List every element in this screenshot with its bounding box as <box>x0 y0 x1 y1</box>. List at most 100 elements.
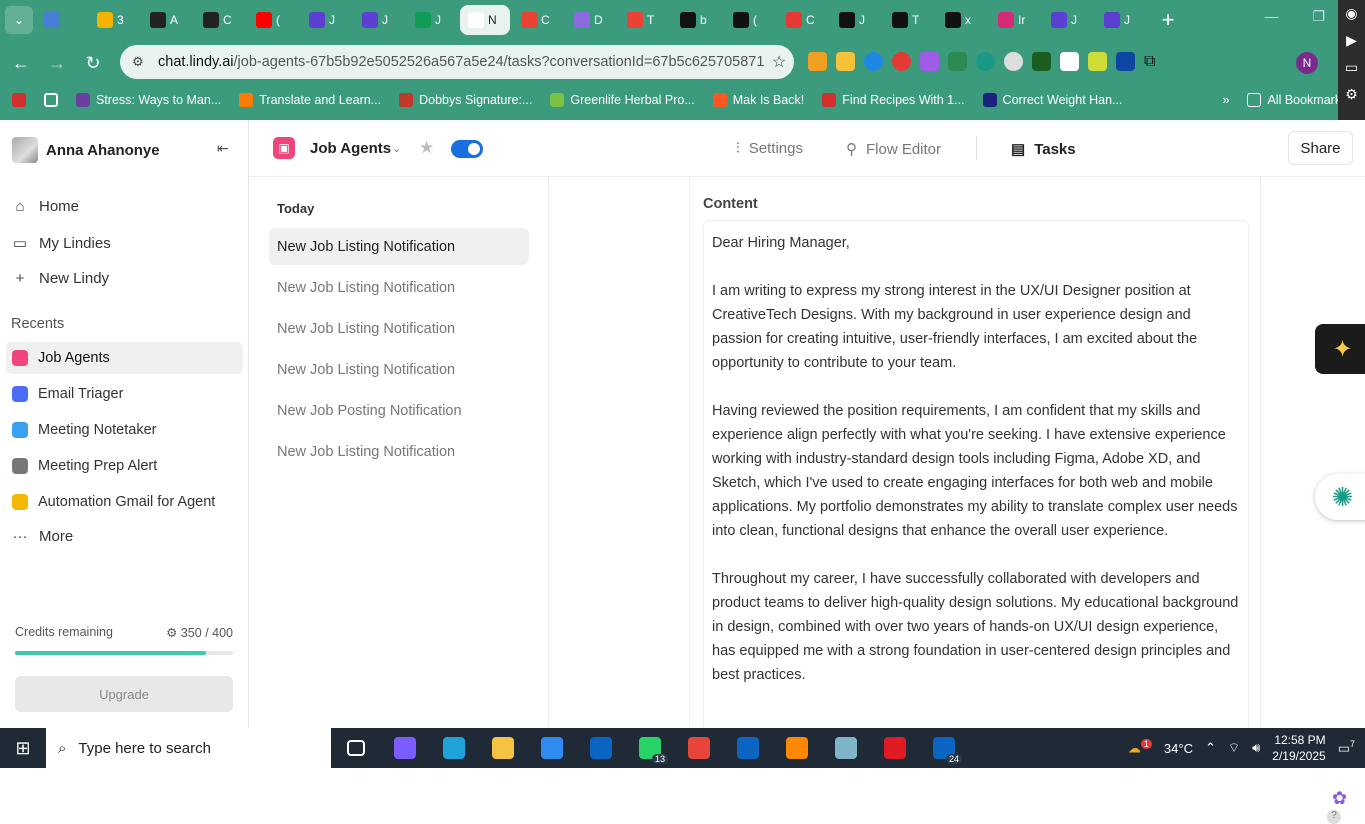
chrome-icon[interactable] <box>674 728 723 768</box>
browser-tab[interactable]: T <box>619 5 669 35</box>
browser-tab[interactable]: 3 <box>89 5 139 35</box>
recent-item[interactable]: Meeting Prep Alert <box>6 450 243 482</box>
browser-tab[interactable]: A <box>142 5 192 35</box>
grid-icon[interactable] <box>44 93 58 107</box>
browser-tab[interactable]: J <box>831 5 881 35</box>
browser-tab[interactable]: x <box>937 5 987 35</box>
window-icon[interactable]: ▭ <box>1338 54 1365 81</box>
linkedin-2-icon[interactable]: 24 <box>919 728 968 768</box>
windows-start-icon[interactable]: ⊞ <box>0 728 46 768</box>
video-icon[interactable]: ▶ <box>1338 27 1365 54</box>
bookmark-item[interactable]: Stress: Ways to Man... <box>76 93 221 107</box>
opera-icon[interactable] <box>870 728 919 768</box>
chevron-up-icon[interactable]: ⌃ <box>1205 740 1216 756</box>
notifications-icon[interactable]: ▭7 <box>1338 739 1355 756</box>
bookmark-item[interactable]: Correct Weight Han... <box>982 93 1123 107</box>
download-icon[interactable] <box>1032 52 1051 71</box>
puzzle-icon[interactable]: ⧉ <box>1144 52 1163 71</box>
site-info-icon[interactable]: ⚙ <box>132 54 148 70</box>
browser-tab[interactable]: J <box>1096 5 1146 35</box>
outlook-icon[interactable] <box>576 728 625 768</box>
task-item[interactable]: New Job Listing Notification <box>269 310 529 347</box>
copilot-icon[interactable] <box>380 728 429 768</box>
help-icon[interactable]: ? <box>1327 810 1341 824</box>
app-icon[interactable] <box>821 728 870 768</box>
extension-icon[interactable] <box>892 52 911 71</box>
forward-icon[interactable]: → <box>42 48 72 78</box>
bookmark-item[interactable]: Find Recipes With 1... <box>822 93 965 107</box>
upgrade-button[interactable]: Upgrade <box>15 676 233 712</box>
new-tab-button[interactable]: + <box>1154 6 1182 34</box>
user-menu[interactable]: Anna Ahanonye <box>12 137 160 163</box>
browser-tab[interactable]: Ir <box>990 5 1040 35</box>
profile-avatar[interactable]: N <box>1296 52 1318 74</box>
recent-item[interactable]: Automation Gmail for Agent <box>6 486 243 518</box>
browser-tab[interactable]: J <box>407 5 457 35</box>
browser-tab[interactable]: ( <box>725 5 775 35</box>
recent-item[interactable]: Email Triager <box>6 378 243 410</box>
store-icon[interactable] <box>527 728 576 768</box>
browser-tab[interactable]: N✕ <box>460 5 510 35</box>
linkedin-icon[interactable] <box>723 728 772 768</box>
sparkle-icon[interactable]: ✦ <box>1315 324 1365 374</box>
back-icon[interactable]: ← <box>6 48 36 78</box>
extension-icon[interactable] <box>920 52 939 71</box>
browser-tab[interactable]: b <box>672 5 722 35</box>
settings-icon[interactable]: ⚙ <box>1338 81 1365 108</box>
tab-flow-editor[interactable]: ⚲ Flow Editor <box>846 140 941 159</box>
share-button[interactable]: Share <box>1288 131 1353 165</box>
bookmark-item[interactable]: Translate and Learn... <box>239 93 381 107</box>
extension-icon[interactable] <box>836 52 855 71</box>
bookmark-item[interactable]: Mak Is Back! <box>712 93 804 107</box>
agent-name[interactable]: Job Agents <box>310 140 391 157</box>
temperature[interactable]: 34°C <box>1164 741 1193 756</box>
task-item[interactable]: New Job Listing Notification <box>269 269 529 306</box>
browser-tab[interactable]: ( <box>248 5 298 35</box>
browser-tab[interactable]: J <box>301 5 351 35</box>
clock[interactable]: 12:58 PM 2/19/2025 <box>1272 732 1325 764</box>
weather-icon[interactable]: ☁ 1 <box>1128 739 1152 756</box>
browser-tab[interactable]: C <box>195 5 245 35</box>
recent-item[interactable]: Meeting Notetaker <box>6 414 243 446</box>
volume-icon[interactable]: 🔊︎ <box>1252 740 1260 756</box>
whatsapp-icon[interactable]: 13 <box>625 728 674 768</box>
browser-tab[interactable]: J <box>1043 5 1093 35</box>
restore-icon[interactable]: ❐ <box>1312 8 1325 25</box>
chatgpt-icon[interactable]: ✺ <box>1315 474 1365 520</box>
sidebar-item-new-lindy[interactable]: + New Lindy <box>11 270 109 287</box>
brain-icon[interactable]: ✿ <box>1332 788 1347 809</box>
content-box[interactable]: Dear Hiring Manager, I am writing to exp… <box>703 220 1249 728</box>
task-item[interactable]: New Job Listing Notification <box>269 351 529 388</box>
extension-icon[interactable] <box>1116 52 1135 71</box>
browser-tab[interactable]: T <box>884 5 934 35</box>
file-explorer-icon[interactable] <box>478 728 527 768</box>
browser-tab[interactable]: C <box>778 5 828 35</box>
task-item[interactable]: New Job Listing Notification <box>269 433 529 470</box>
chevron-down-icon[interactable]: ⌄ <box>392 142 401 155</box>
tab-settings[interactable]: ⫶ Settings <box>736 140 803 157</box>
agent-enabled-toggle[interactable] <box>451 140 483 158</box>
browser-tab[interactable]: C <box>513 5 563 35</box>
sidebar-item-my-lindies[interactable]: ▭ My Lindies <box>11 234 111 253</box>
browser-tab[interactable] <box>36 5 86 35</box>
apps-icon[interactable] <box>12 93 26 107</box>
task-item[interactable]: New Job Posting Notification <box>269 392 529 429</box>
sidebar-item-home[interactable]: ⌂ Home <box>11 198 79 215</box>
browser-tab[interactable]: J <box>354 5 404 35</box>
recent-item[interactable]: Job Agents <box>6 342 243 374</box>
bookmark-star-icon[interactable]: ☆ <box>764 52 794 72</box>
extension-icon[interactable] <box>976 52 995 71</box>
tab-search-button[interactable]: ⌄ <box>5 6 33 34</box>
task-view-icon[interactable] <box>331 728 380 768</box>
browser-tab[interactable]: D <box>566 5 616 35</box>
bookmarks-overflow-icon[interactable]: » <box>1223 93 1230 107</box>
extension-icon[interactable] <box>1060 52 1079 71</box>
collapse-sidebar-icon[interactable]: ⇤ <box>217 140 229 157</box>
camera-icon[interactable]: ◉ <box>1338 0 1365 27</box>
tab-tasks[interactable]: ▤ Tasks <box>1011 140 1076 159</box>
minimize-icon[interactable]: — <box>1264 8 1278 25</box>
taskbar-search[interactable]: ⌕ Type here to search <box>46 728 331 768</box>
edge-icon[interactable] <box>429 728 478 768</box>
extension-icon[interactable] <box>864 52 883 71</box>
task-item[interactable]: New Job Listing Notification <box>269 228 529 265</box>
